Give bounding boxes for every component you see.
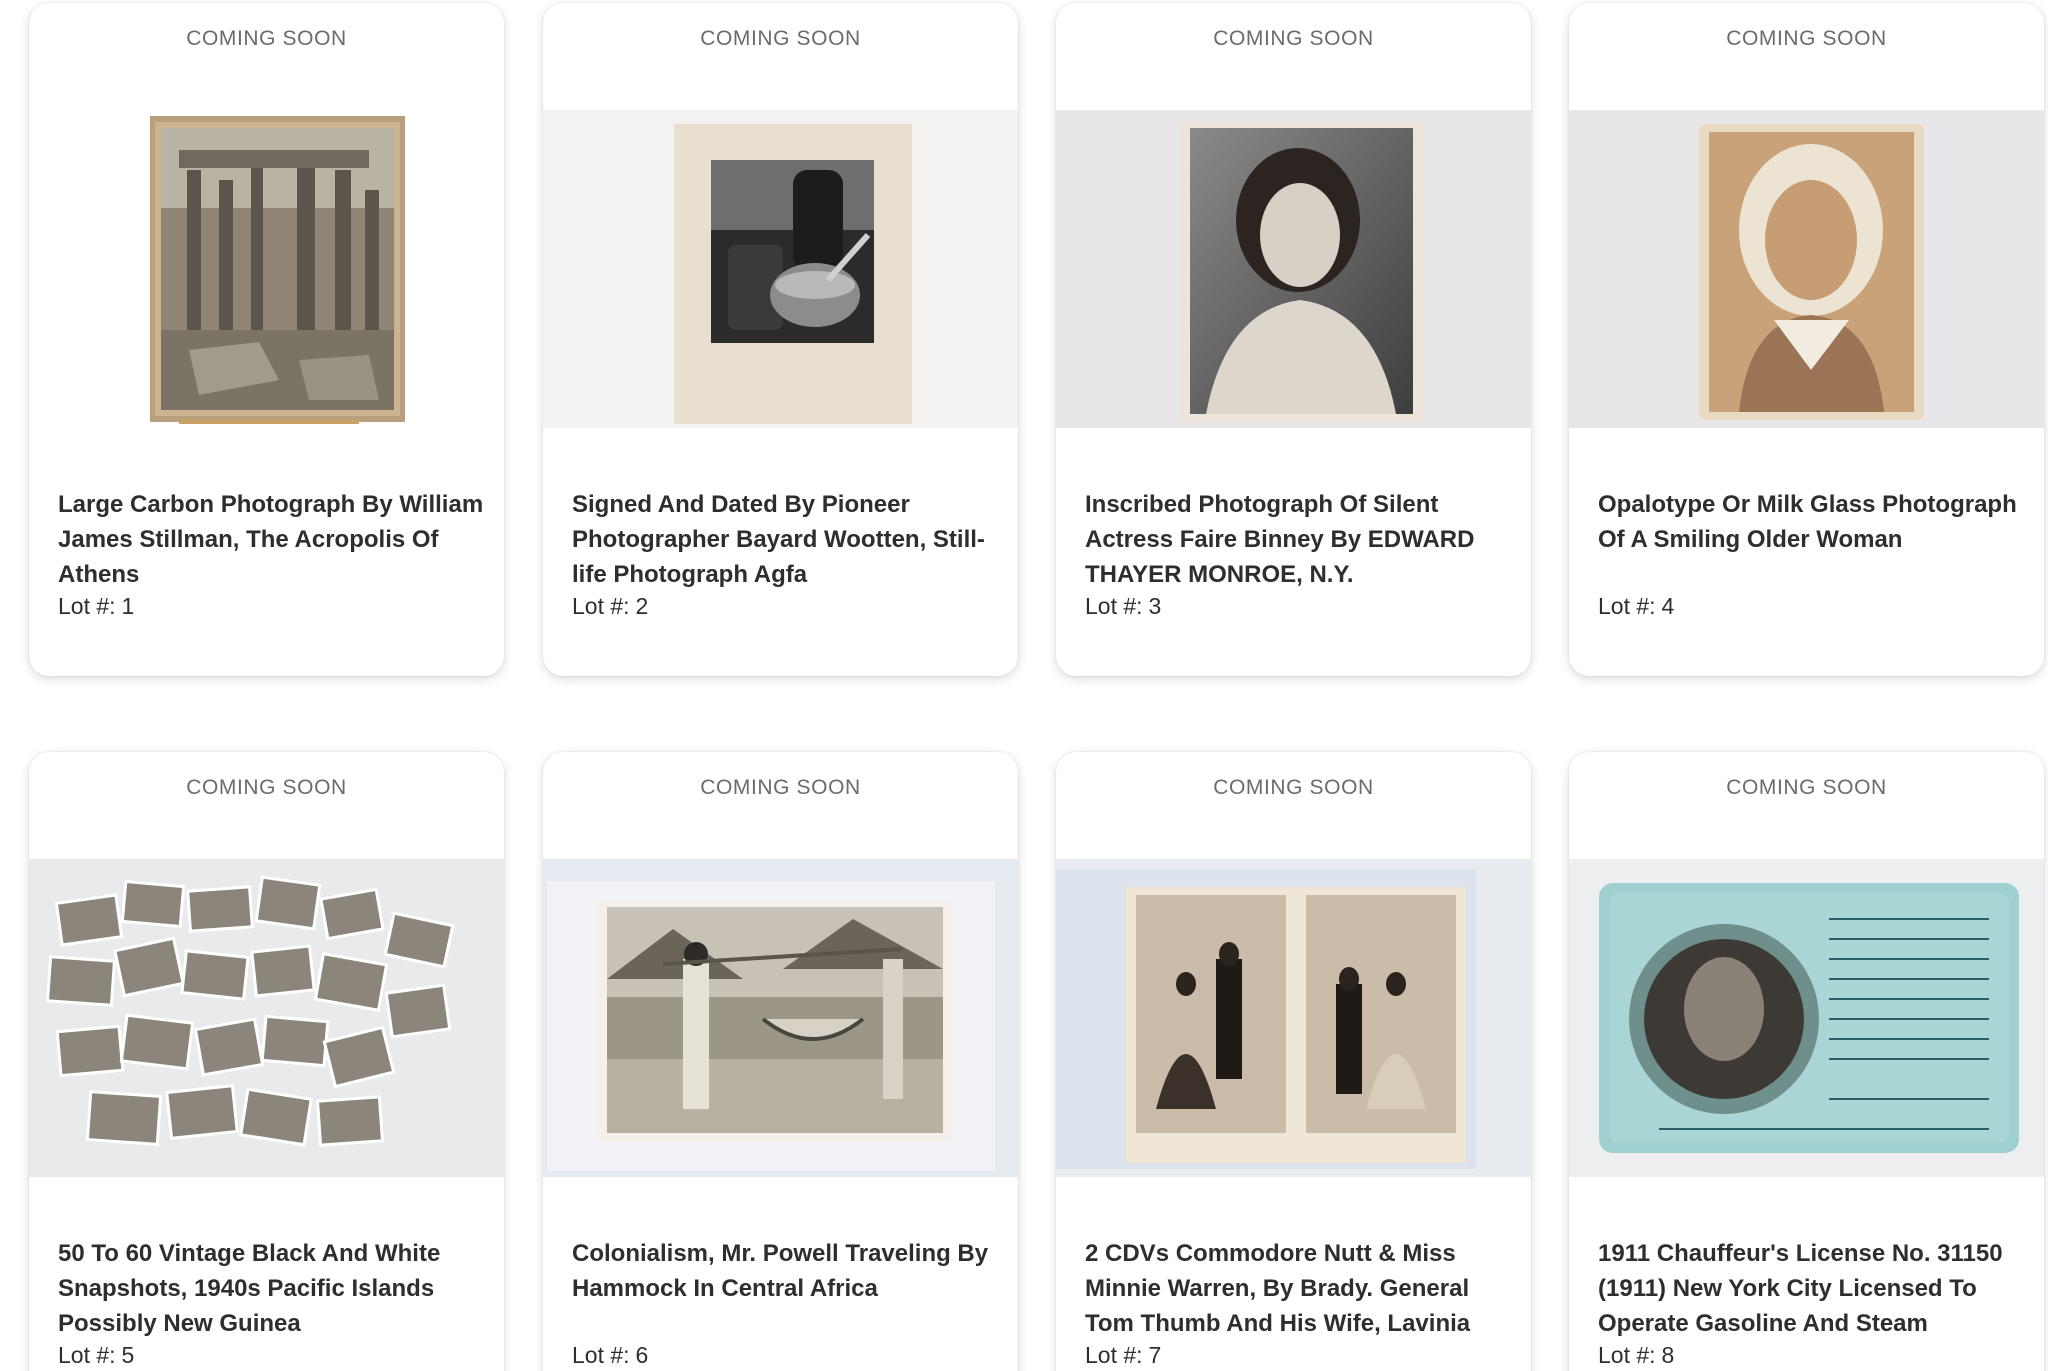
lot-number: Lot #: 5	[58, 1342, 135, 1368]
coming-soon-badge: COMING SOON	[1213, 27, 1374, 50]
lot-title[interactable]: Colonialism, Mr. Powell Traveling By Ham…	[572, 1236, 998, 1306]
lot-card[interactable]: COMING SOON Opalotype Or Milk Glass Phot…	[1569, 3, 2044, 676]
lot-card[interactable]: COMING SOON Signed And Dated By Pioneer …	[543, 3, 1018, 676]
lot-image[interactable]	[543, 110, 1018, 428]
coming-soon-badge: COMING SOON	[1213, 776, 1374, 799]
coming-soon-badge: COMING SOON	[186, 27, 347, 50]
lot-image[interactable]	[1056, 859, 1531, 1177]
lot-image[interactable]	[1569, 859, 2044, 1177]
coming-soon-badge: COMING SOON	[1726, 27, 1887, 50]
lot-number: Lot #: 2	[572, 593, 649, 619]
lot-card[interactable]: COMING SOON 2 CDVs Commodore Nutt & Miss…	[1056, 752, 1531, 1371]
lot-number: Lot #: 7	[1085, 1342, 1162, 1368]
lot-title[interactable]: 1911 Chauffeur's License No. 31150 (1911…	[1598, 1236, 2024, 1341]
lot-card[interactable]: COMING SOON Inscribed Photograph Of Sile…	[1056, 3, 1531, 676]
lot-number: Lot #: 6	[572, 1342, 649, 1368]
lot-grid: COMING SOON Large Carbon Photograph By W…	[0, 0, 2048, 1371]
lot-image[interactable]	[1569, 110, 2044, 428]
lot-image[interactable]	[1056, 110, 1531, 428]
lot-title[interactable]: Opalotype Or Milk Glass Photograph Of A …	[1598, 487, 2024, 557]
coming-soon-badge: COMING SOON	[700, 776, 861, 799]
lot-image[interactable]	[29, 110, 504, 428]
lot-number: Lot #: 4	[1598, 593, 1675, 619]
lot-title[interactable]: 2 CDVs Commodore Nutt & Miss Minnie Warr…	[1085, 1236, 1511, 1341]
lot-number: Lot #: 3	[1085, 593, 1162, 619]
lot-title[interactable]: 50 To 60 Vintage Black And White Snapsho…	[58, 1236, 484, 1341]
lot-number: Lot #: 1	[58, 593, 135, 619]
lot-card[interactable]: COMING SOON	[29, 3, 504, 676]
lot-image[interactable]	[29, 859, 504, 1177]
coming-soon-badge: COMING SOON	[1726, 776, 1887, 799]
lot-image[interactable]	[543, 859, 1018, 1177]
lot-title[interactable]: Signed And Dated By Pioneer Photographer…	[572, 487, 998, 592]
lot-card[interactable]: COMING SOON Colonialism, Mr. Powell Trav…	[543, 752, 1018, 1371]
lot-card[interactable]: COMING SOON	[1569, 752, 2044, 1371]
lot-number: Lot #: 8	[1598, 1342, 1675, 1368]
lot-title[interactable]: Large Carbon Photograph By William James…	[58, 487, 484, 592]
lot-card[interactable]: COMING SOON	[29, 752, 504, 1371]
lot-title[interactable]: Inscribed Photograph Of Silent Actress F…	[1085, 487, 1511, 592]
coming-soon-badge: COMING SOON	[700, 27, 861, 50]
coming-soon-badge: COMING SOON	[186, 776, 347, 799]
